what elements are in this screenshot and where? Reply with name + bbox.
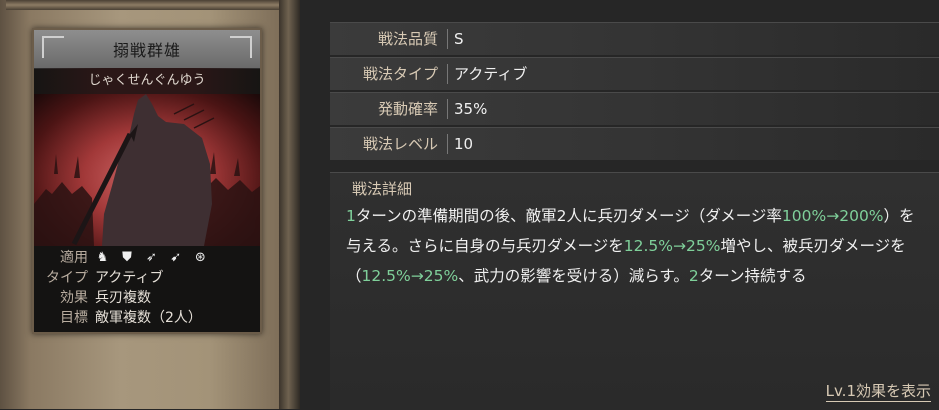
detail-text: 1ターンの準備期間の後、敵軍2人に兵刃ダメージ（ダメージ率100%→200%）を…	[346, 201, 926, 291]
scroll-rod	[6, 0, 296, 10]
detail-title: 戦法詳細	[352, 180, 413, 198]
detail-segment: ターン持続する	[698, 267, 807, 285]
attr-level: 戦法レベル 10	[330, 127, 939, 160]
attr-type: 戦法タイプ アクティブ	[330, 57, 939, 90]
attr-probability: 発動確率 35%	[330, 92, 939, 125]
card-header: 搦戦群雄	[34, 30, 260, 69]
apply-label: 適用	[60, 250, 88, 266]
skill-detail: 戦法詳細 1ターンの準備期間の後、敵軍2人に兵刃ダメージ（ダメージ率100%→2…	[330, 172, 939, 410]
effect-value: 兵刃複数	[95, 290, 151, 306]
divider	[447, 64, 448, 84]
target-row: 目標 敵軍複数（2人）	[34, 308, 260, 328]
warlord-silhouette	[34, 94, 260, 246]
detail-segment: 、武力の影響を受ける）減らす。	[458, 267, 689, 285]
effect-label: 効果	[60, 290, 88, 306]
detail-segment: 100%→200%	[781, 207, 884, 225]
wheel-icon: ⊛	[194, 250, 206, 265]
detail-segment: 12.5%→25%	[623, 237, 721, 255]
attr-value: S	[454, 30, 464, 48]
target-label: 目標	[60, 310, 88, 326]
detail-segment: 2	[688, 267, 699, 285]
detail-segment: ターンの準備期間の後、敵軍2人に兵刃ダメージ（ダメージ率	[355, 207, 782, 225]
shield-icon: ⛊	[122, 250, 132, 265]
apply-icons: ♞ ⛊ ➶ ➹ ⊛	[94, 249, 212, 266]
attr-label: 戦法タイプ	[362, 65, 438, 83]
type-value: アクティブ	[95, 270, 164, 286]
attr-label: 戦法レベル	[362, 135, 438, 153]
skill-name: 搦戦群雄	[112, 41, 181, 60]
skill-info-panel: 戦法品質 S 戦法タイプ アクティブ 発動確率 35% 戦法レベル 10 戦法詳…	[330, 22, 939, 410]
divider	[447, 99, 448, 119]
type-row: タイプ アクティブ	[34, 268, 260, 288]
target-value: 敵軍複数（2人）	[95, 310, 202, 326]
spear-icon: ➹	[170, 250, 182, 265]
bow-icon: ➶	[145, 250, 157, 265]
cavalry-icon: ♞	[96, 250, 109, 265]
show-lv1-effect-link[interactable]: Lv.1効果を表示	[825, 380, 931, 402]
divider	[447, 134, 448, 154]
attr-quality: 戦法品質 S	[330, 22, 939, 55]
attr-value: 10	[454, 135, 474, 153]
detail-segment: 12.5%→25%	[361, 267, 459, 285]
divider	[447, 29, 448, 49]
effect-row: 効果 兵刃複数	[34, 288, 260, 308]
attr-value: アクティブ	[454, 65, 528, 83]
detail-segment: 1	[346, 207, 356, 225]
type-label: タイプ	[46, 270, 88, 286]
card-info: 適用 ♞ ⛊ ➶ ➹ ⊛ タイプ アクティブ 効果 兵刃複数 目標 敵軍複数（2…	[34, 246, 260, 332]
skill-illustration	[34, 94, 260, 246]
skill-card: 搦戦群雄 じゃくせんぐんゆう 適用 ♞ ⛊ ➶ ➹ ⊛ タイプ アクティブ 効果…	[32, 28, 262, 334]
attr-label: 戦法品質	[377, 30, 438, 48]
apply-row: 適用 ♞ ⛊ ➶ ➹ ⊛	[34, 248, 260, 268]
attr-value: 35%	[454, 100, 488, 118]
skill-reading: じゃくせんぐんゆう	[34, 68, 260, 94]
attr-label: 発動確率	[377, 100, 438, 118]
